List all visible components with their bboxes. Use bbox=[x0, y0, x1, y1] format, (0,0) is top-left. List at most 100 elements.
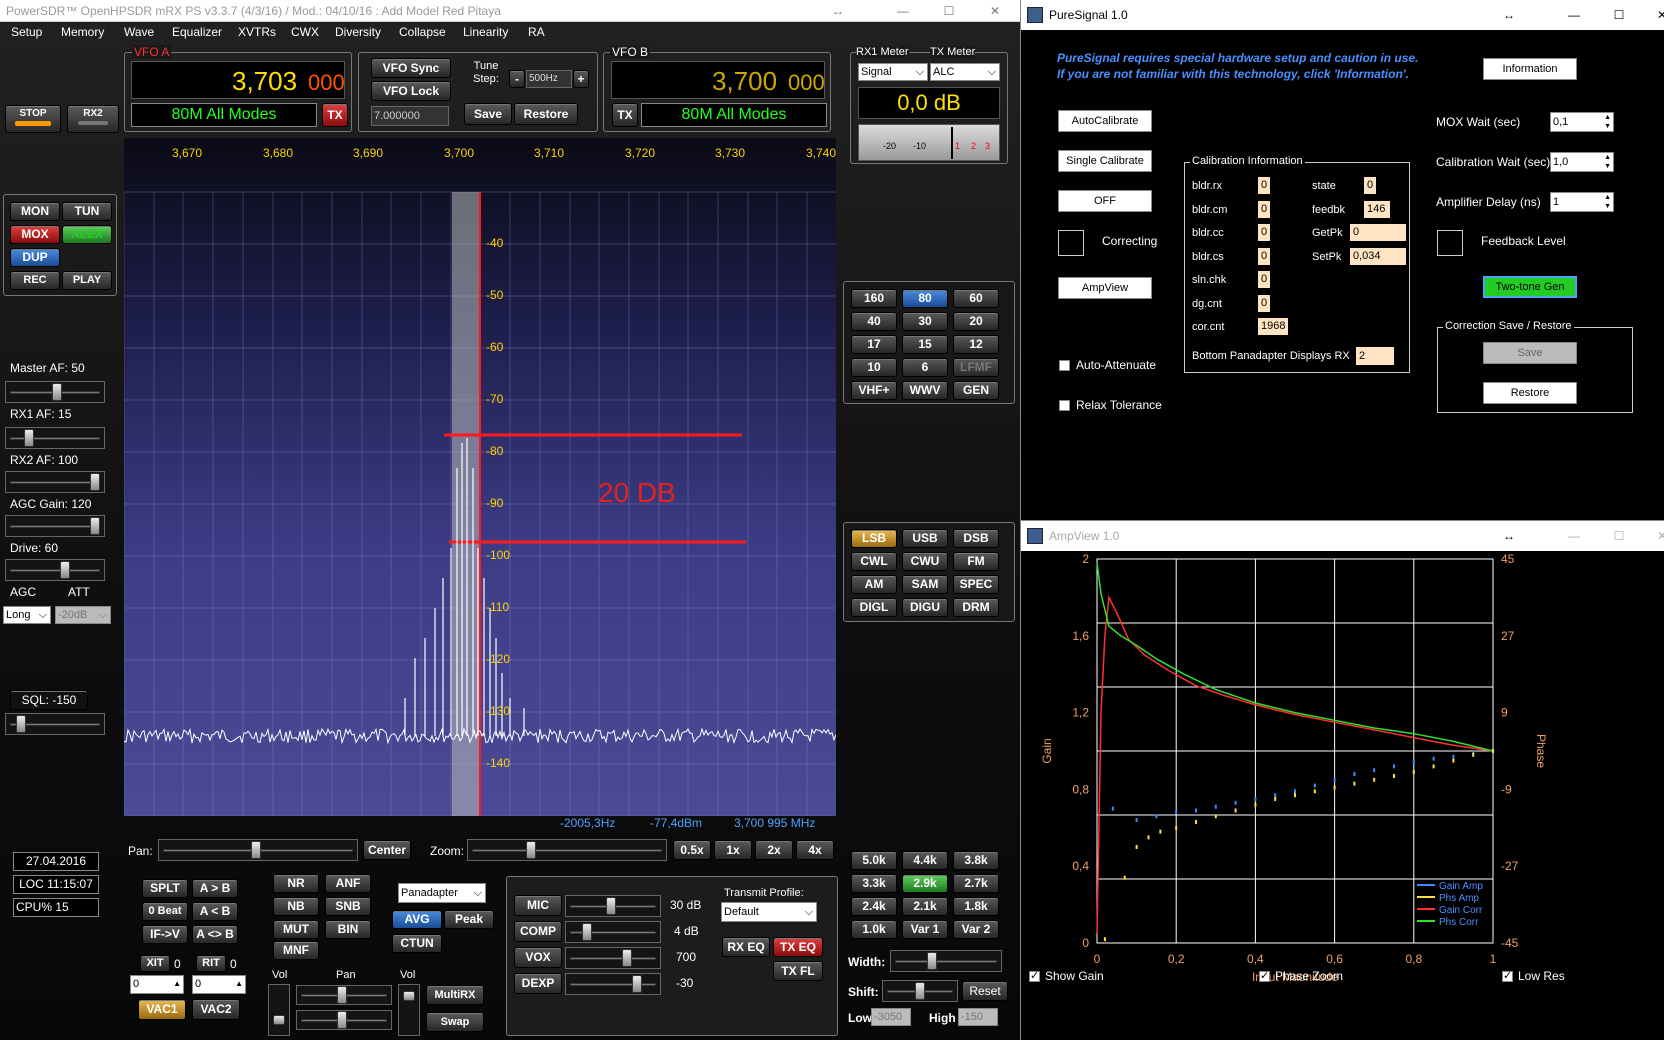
menu-cwx[interactable]: CWX bbox=[291, 25, 319, 39]
pan-slider[interactable] bbox=[158, 839, 358, 861]
filter-2.9k-button[interactable]: 2.9k bbox=[902, 874, 948, 893]
correction-restore-button[interactable]: Restore bbox=[1483, 382, 1577, 404]
menu-equalizer[interactable]: Equalizer bbox=[172, 25, 222, 39]
band-10-button[interactable]: 10 bbox=[851, 358, 897, 377]
mode-am-button[interactable]: AM bbox=[851, 575, 897, 594]
pan-rx1-slider[interactable] bbox=[296, 985, 392, 1005]
att-select[interactable]: -20dB ⌵ bbox=[55, 606, 111, 624]
avg-button[interactable]: AVG bbox=[392, 910, 442, 929]
correction-save-button[interactable]: Save bbox=[1483, 342, 1577, 364]
filter-var-1-button[interactable]: Var 1 bbox=[902, 920, 948, 939]
band-12-button[interactable]: 12 bbox=[953, 335, 999, 354]
show-gain-checkbox[interactable]: ✓ bbox=[1029, 970, 1040, 982]
filter-5.0k-button[interactable]: 5.0k bbox=[851, 851, 897, 870]
menu-diversity[interactable]: Diversity bbox=[335, 25, 381, 39]
close-icon[interactable]: ✕ bbox=[972, 0, 1018, 22]
band-gen-button[interactable]: GEN bbox=[953, 381, 999, 400]
vac1-button[interactable]: VAC1 bbox=[138, 999, 186, 1020]
band-40-button[interactable]: 40 bbox=[851, 312, 897, 331]
close-icon[interactable]: ✕ bbox=[1639, 521, 1664, 551]
transmit-profile-select[interactable]: Default ⌵ bbox=[721, 902, 817, 922]
band-60-button[interactable]: 60 bbox=[953, 289, 999, 308]
band-80-button[interactable]: 80 bbox=[902, 289, 948, 308]
mon-button[interactable]: MON bbox=[10, 202, 60, 221]
minimize-icon[interactable]: — bbox=[1551, 521, 1597, 551]
anf-button[interactable]: ANF bbox=[325, 874, 371, 893]
menu-ra[interactable]: RA bbox=[528, 25, 545, 39]
spinner-icon[interactable]: ▲▼ bbox=[1604, 193, 1611, 211]
a-to-b-button[interactable]: A > B bbox=[192, 879, 238, 898]
band-vhf--button[interactable]: VHF+ bbox=[851, 381, 897, 400]
nb-button[interactable]: NB bbox=[273, 897, 319, 916]
slider-thumb[interactable] bbox=[915, 982, 925, 1000]
rx1-af-slider[interactable] bbox=[5, 427, 105, 449]
nr-button[interactable]: NR bbox=[273, 874, 319, 893]
minimize-icon[interactable]: — bbox=[1551, 0, 1597, 30]
ampview-button[interactable]: AmpView bbox=[1058, 277, 1152, 299]
band-15-button[interactable]: 15 bbox=[902, 335, 948, 354]
swap-button[interactable]: Swap bbox=[426, 1012, 484, 1032]
pan-rx2-slider[interactable] bbox=[296, 1010, 392, 1030]
vac2-button[interactable]: VAC2 bbox=[192, 999, 240, 1020]
low-res-checkbox[interactable]: ✓ bbox=[1502, 970, 1513, 982]
slider-thumb[interactable] bbox=[337, 1011, 347, 1029]
tun-button[interactable]: TUN bbox=[62, 202, 112, 221]
filter-2.4k-button[interactable]: 2.4k bbox=[851, 897, 897, 916]
single-calibrate-button[interactable]: Single Calibrate bbox=[1058, 150, 1152, 172]
zoom-slider[interactable] bbox=[467, 839, 667, 861]
menu-wave[interactable]: Wave bbox=[124, 25, 154, 39]
if-to-v-button[interactable]: IF->V bbox=[142, 925, 188, 944]
amp-delay-input[interactable]: 1 ▲ ▼ bbox=[1550, 192, 1614, 212]
alex-button[interactable]: ALEX bbox=[62, 225, 112, 244]
menu-memory[interactable]: Memory bbox=[61, 25, 104, 39]
slider-thumb[interactable] bbox=[582, 923, 592, 941]
dexp-button[interactable]: DEXP bbox=[514, 973, 562, 994]
snb-button[interactable]: SNB bbox=[325, 897, 371, 916]
vol-vertical-slider[interactable] bbox=[268, 984, 290, 1036]
slider-thumb[interactable] bbox=[606, 897, 616, 915]
slider-thumb[interactable] bbox=[632, 975, 642, 993]
filter-1.0k-button[interactable]: 1.0k bbox=[851, 920, 897, 939]
zoom-4x-button[interactable]: 4x bbox=[796, 840, 834, 860]
agc-select[interactable]: Long ⌵ bbox=[3, 606, 51, 624]
auto-attenuate-checkbox[interactable] bbox=[1059, 360, 1070, 371]
slider-thumb[interactable] bbox=[251, 841, 261, 859]
resize-icon[interactable]: ↔ bbox=[815, 0, 861, 22]
rec-button[interactable]: REC bbox=[10, 271, 60, 290]
mode-spec-button[interactable]: SPEC bbox=[953, 575, 999, 594]
rit-input[interactable]: 0▲▼ bbox=[192, 975, 246, 1005]
vfo-a-display[interactable]: 3,703 000 bbox=[131, 61, 345, 99]
relax-tolerance-checkbox[interactable] bbox=[1059, 400, 1070, 411]
rx-eq-button[interactable]: RX EQ bbox=[722, 937, 770, 957]
slider-thumb[interactable] bbox=[526, 841, 536, 859]
cal-wait-input[interactable]: 1,0 ▲ ▼ bbox=[1550, 152, 1614, 172]
vfo-b-tx-button[interactable]: TX bbox=[612, 103, 638, 127]
vol2-vertical-slider[interactable] bbox=[398, 984, 420, 1036]
band-30-button[interactable]: 30 bbox=[902, 312, 948, 331]
rx-meter-select[interactable]: Signal ⌵ bbox=[858, 63, 928, 81]
filter-3.8k-button[interactable]: 3.8k bbox=[953, 851, 999, 870]
close-icon[interactable]: ✕ bbox=[1639, 0, 1664, 30]
bin-button[interactable]: BIN bbox=[325, 920, 371, 939]
rx2-af-slider[interactable] bbox=[5, 471, 105, 493]
resize-icon[interactable]: ↔ bbox=[1486, 0, 1532, 30]
mode-digu-button[interactable]: DIGU bbox=[902, 598, 948, 617]
slider-thumb[interactable] bbox=[90, 517, 100, 535]
mode-lsb-button[interactable]: LSB bbox=[851, 529, 897, 548]
menu-xvtrs[interactable]: XVTRs bbox=[238, 25, 276, 39]
band-17-button[interactable]: 17 bbox=[851, 335, 897, 354]
sql-slider[interactable] bbox=[5, 713, 105, 735]
tune-step-plus[interactable]: + bbox=[573, 70, 589, 88]
mode-digl-button[interactable]: DIGL bbox=[851, 598, 897, 617]
drive-slider[interactable] bbox=[5, 559, 105, 581]
vfo-save-button[interactable]: Save bbox=[464, 103, 512, 125]
band-lfmf-button[interactable]: LFMF bbox=[953, 358, 999, 377]
band-20-button[interactable]: 20 bbox=[953, 312, 999, 331]
display-mode-select[interactable]: Panadapter ⌵ bbox=[398, 883, 486, 903]
dup-button[interactable]: DUP bbox=[10, 248, 60, 267]
mode-cwl-button[interactable]: CWL bbox=[851, 552, 897, 571]
mut-button[interactable]: MUT bbox=[273, 920, 319, 939]
slider-thumb[interactable] bbox=[52, 383, 62, 401]
low-input[interactable]: -3050 bbox=[871, 1008, 911, 1026]
vfo-frequency-input[interactable]: 7.000000 bbox=[371, 106, 449, 126]
